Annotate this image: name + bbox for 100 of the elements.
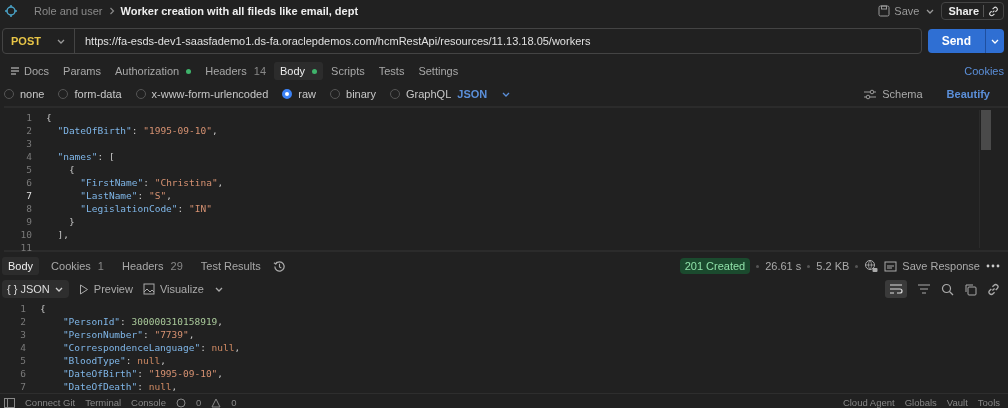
link-icon[interactable] [987, 282, 1000, 296]
filter-icon[interactable] [917, 284, 931, 294]
body-type-radio[interactable]: binary [330, 88, 377, 100]
collection-icon [4, 4, 18, 18]
sidebar-toggle-icon[interactable] [4, 398, 15, 408]
line-number: 3 [19, 329, 27, 340]
line-number: 5 [19, 355, 27, 366]
request-tab[interactable]: Body [274, 62, 324, 80]
request-tab[interactable]: Settings [412, 62, 465, 80]
response-tab[interactable]: Body [2, 257, 40, 275]
history-icon[interactable] [272, 259, 286, 273]
status-bar-item[interactable]: Globals [904, 396, 937, 408]
response-time: 26.61 s [765, 260, 802, 272]
line-number: 8 [25, 203, 33, 214]
code-line: "LastName": "S", [79, 190, 172, 201]
breadcrumb-link[interactable]: Role and user [34, 5, 103, 17]
code-line: { [40, 303, 46, 314]
line-number: 1 [25, 112, 33, 123]
code-line: } [67, 216, 75, 227]
request-tab[interactable]: Tests [372, 62, 411, 80]
line-number: 7 [25, 190, 33, 201]
save-button[interactable]: Save [878, 5, 920, 17]
play-icon [78, 283, 89, 295]
preview-button[interactable]: Preview [78, 283, 133, 295]
format-dropdown[interactable]: { } JSON [2, 280, 69, 298]
link-icon [988, 5, 999, 17]
code-line: { [67, 164, 75, 175]
code-line: "FirstName": "Christina", [79, 177, 224, 188]
save-response-icon [884, 260, 898, 272]
body-type-radio[interactable]: raw [282, 88, 317, 100]
schema-button[interactable]: Schema [863, 88, 923, 100]
wrap-lines-toggle[interactable] [885, 280, 907, 298]
response-tab[interactable]: Cookies 1 [45, 257, 110, 275]
code-line: "BloodType": null, [61, 355, 166, 366]
save-response-button[interactable]: Save Response [884, 260, 980, 272]
line-number: 10 [19, 229, 33, 240]
request-url-field[interactable]: POST https://fa-esds-dev1-saasfademo1.ds-fa.oraclepdemos.com/hcmRestApi/resources/11.13.18.05/workers [2, 28, 922, 54]
line-number: 7 [19, 381, 27, 392]
code-line: "PersonNumber": "7739", [61, 329, 195, 340]
globe-lock-icon[interactable] [864, 259, 879, 273]
status-bar-item[interactable]: Cloud Agent [842, 396, 895, 408]
request-tab[interactable]: Params [57, 62, 107, 80]
beautify-link[interactable]: Beautify [946, 88, 990, 100]
request-tab[interactable]: Headers 14 [199, 62, 272, 80]
line-number: 2 [25, 125, 33, 136]
code-line: "DateOfDeath": null, [61, 381, 178, 392]
image-icon [142, 283, 155, 295]
warning-count: 0 [231, 396, 237, 408]
line-number: 4 [25, 151, 33, 162]
body-type-radio[interactable]: x-www-form-urlencoded [135, 88, 269, 100]
scrollbar-thumb[interactable] [981, 110, 991, 150]
line-number: 3 [25, 138, 33, 149]
status-badge: 201 Created [679, 258, 751, 274]
code-line: { [46, 112, 52, 123]
cookies-link[interactable]: Cookies [964, 65, 1004, 77]
line-number: 4 [19, 342, 27, 353]
line-number: 11 [19, 242, 33, 253]
line-number: 9 [25, 216, 33, 227]
code-line: "LegislationCode": "IN" [79, 203, 212, 214]
line-number: 1 [19, 303, 27, 314]
code-line: "PersonId": 300000310158919, [61, 316, 224, 327]
response-tab[interactable]: Headers 29 [115, 257, 189, 275]
more-icon[interactable] [986, 264, 1000, 268]
share-button[interactable]: Share [941, 2, 1004, 20]
visualize-button[interactable]: Visualize [142, 283, 204, 295]
response-tab[interactable]: Test Results [194, 257, 267, 275]
wrap-icon [889, 283, 903, 295]
status-bar-item[interactable]: Connect Git [25, 396, 76, 408]
send-button[interactable]: Send [927, 29, 985, 53]
code-line: "DateOfBirth": "1995-09-10", [56, 125, 218, 136]
error-icon [175, 398, 186, 408]
status-bar-item[interactable]: Console [131, 396, 166, 408]
chevron-right-icon [108, 7, 115, 15]
line-number: 6 [25, 177, 33, 188]
code-line: "DateOfBirth": "1995-09-10", [61, 368, 224, 379]
format-dropdown[interactable]: JSON [457, 88, 512, 100]
request-title: Worker creation with all fileds like email, dept [120, 5, 359, 17]
search-icon[interactable] [941, 282, 954, 296]
body-type-radio[interactable]: none [4, 88, 45, 100]
error-count: 0 [195, 396, 202, 408]
status-bar-item[interactable]: Terminal [85, 396, 122, 408]
sliders-icon [863, 88, 878, 100]
status-bar-item[interactable]: Tools [977, 396, 1000, 408]
request-tab[interactable]: Docs [4, 62, 56, 80]
method-dropdown[interactable]: POST [3, 29, 75, 53]
status-bar-item[interactable]: Vault [946, 396, 968, 408]
request-tab[interactable]: Authorization [108, 62, 198, 80]
line-number: 6 [19, 368, 27, 379]
docs-icon [10, 66, 20, 76]
line-number: 5 [25, 164, 33, 175]
line-number: 2 [19, 316, 27, 327]
request-tab[interactable]: Scripts [325, 62, 371, 80]
warning-icon [211, 398, 222, 408]
body-type-radio[interactable]: form-data [58, 88, 122, 100]
copy-icon[interactable] [964, 282, 977, 296]
send-options-button[interactable] [985, 29, 1004, 53]
response-size: 5.2 KB [816, 260, 850, 272]
code-line: "CorrespondenceLanguage": null, [61, 342, 241, 353]
code-line: "names": [ [56, 151, 115, 162]
body-type-radio[interactable]: GraphQL [390, 88, 452, 100]
